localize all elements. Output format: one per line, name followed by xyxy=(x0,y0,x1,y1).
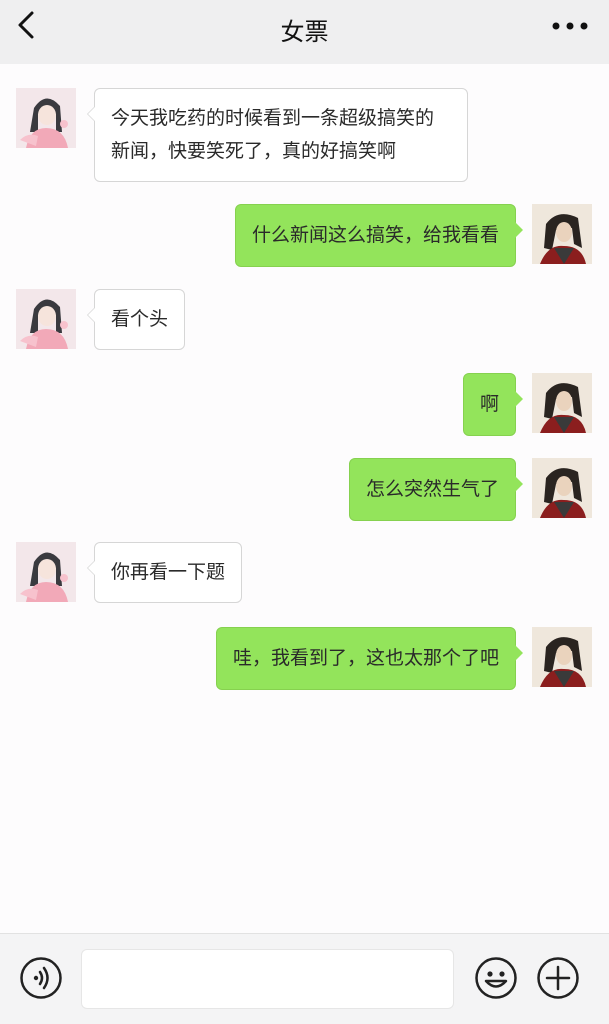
plus-button[interactable] xyxy=(536,956,580,1000)
chat-header: 女票 xyxy=(0,0,609,64)
avatar-girlfriend[interactable] xyxy=(16,88,76,148)
more-button[interactable] xyxy=(551,10,591,40)
message-bubble[interactable]: 什么新闻这么搞笑，给我看看 xyxy=(234,204,524,267)
message-bubble[interactable]: 怎么突然生气了 xyxy=(348,458,524,521)
emoji-button[interactable] xyxy=(474,956,518,1000)
chat-title: 女票 xyxy=(280,18,329,46)
plus-icon xyxy=(537,957,579,999)
avatar-self[interactable] xyxy=(532,627,592,687)
more-dots-icon xyxy=(552,22,588,30)
avatar-girlfriend[interactable] xyxy=(16,289,76,349)
message-bubble[interactable]: 哇，我看到了，这也太那个了吧 xyxy=(215,627,524,690)
message-bubble[interactable]: 今天我吃药的时候看到一条超级搞笑的新闻，快要笑死了，真的好搞笑啊 xyxy=(87,88,468,182)
voice-icon xyxy=(20,957,62,999)
message-bubble[interactable]: 看个头 xyxy=(86,289,186,350)
avatar-girlfriend[interactable] xyxy=(16,542,76,602)
emoji-icon xyxy=(475,957,517,999)
input-bar xyxy=(0,933,609,1024)
voice-button[interactable] xyxy=(19,956,63,1000)
avatar-self[interactable] xyxy=(532,204,592,264)
avatar-self[interactable] xyxy=(532,373,592,433)
avatar-self[interactable] xyxy=(532,458,592,518)
message-input[interactable] xyxy=(81,949,454,1009)
message-bubble[interactable]: 啊 xyxy=(462,373,524,436)
message-bubble[interactable]: 你再看一下题 xyxy=(86,542,243,603)
